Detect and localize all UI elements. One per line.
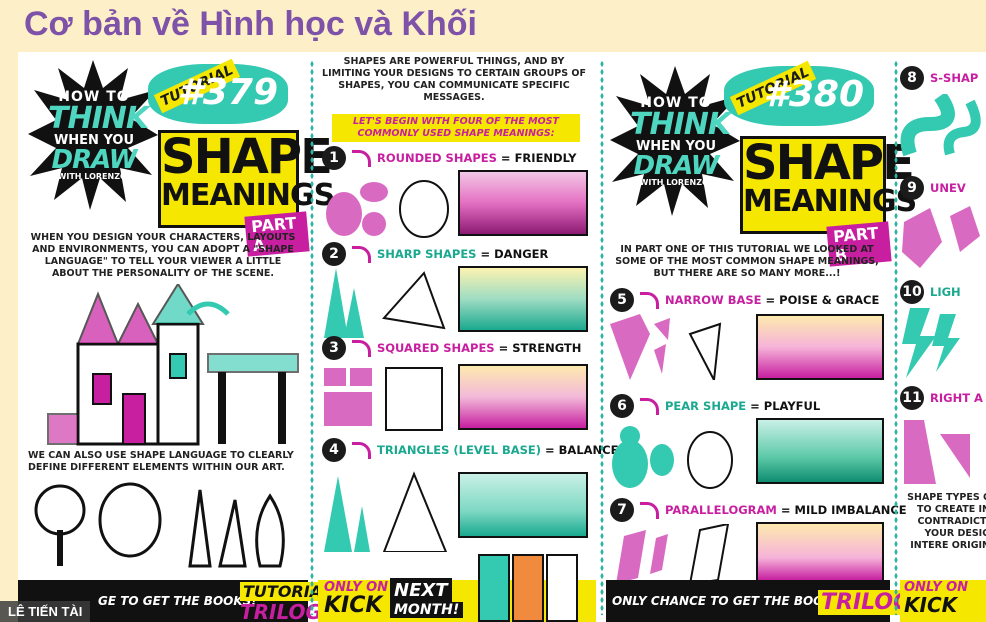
book-cover-1[interactable]	[478, 554, 510, 622]
step-8-heading: 8 S-SHAP	[900, 66, 978, 90]
rounded-shapes	[324, 174, 454, 249]
lightning-shapes	[900, 308, 986, 383]
narrow-base-shapes	[610, 314, 750, 385]
sharp-scene-thumb	[458, 266, 588, 332]
tutorial-poster: HOW TO THINK WHEN YOU DRAW WITH LORENZO!…	[18, 52, 986, 622]
right-bottom-bar: ONLY CHANCE TO GET THE BOOKS! TRILOGY	[606, 580, 930, 622]
step-7-heading: 7 PARALLELOGRAM = MILD IMBALANCE	[610, 498, 907, 522]
book-cover-2[interactable]	[512, 554, 544, 622]
step-11-heading: 11 RIGHT A	[900, 386, 983, 410]
right-angle-shapes	[900, 414, 986, 489]
intro-paragraph: WHEN YOU DESIGN YOUR CHARACTERS, LAYOUTS…	[30, 232, 296, 279]
squared-shapes	[324, 364, 454, 439]
sharp-shapes	[324, 268, 454, 343]
part-b-intro: IN PART ONE OF THIS TUTORIAL WE LOOKED A…	[615, 244, 879, 279]
shapes-intro: SHAPES ARE POWERFUL THINGS, AND BY LIMIT…	[322, 56, 586, 103]
step-3-heading: 3 SQUARED SHAPES = STRENGTH	[322, 336, 581, 360]
triangle-scene-thumb	[458, 472, 588, 538]
parallelogram-scene-thumb	[756, 522, 884, 582]
column-divider	[310, 60, 314, 615]
step-10-heading: 10 LIGH	[900, 280, 961, 304]
pear-scene-thumb	[756, 418, 884, 484]
middle-panel: SHAPES ARE POWERFUL THINGS, AND BY LIMIT…	[318, 52, 618, 622]
pear-shapes	[610, 420, 750, 495]
squared-scene-thumb	[458, 364, 588, 430]
rounded-scene-thumb	[458, 170, 588, 236]
step-4-heading: 4 TRIANGLES (LEVEL BASE) = BALANCE	[322, 438, 618, 462]
column-divider-3	[894, 60, 898, 615]
uneven-shapes	[900, 202, 986, 277]
left-panel: HOW TO THINK WHEN YOU DRAW WITH LORENZO!…	[18, 52, 347, 622]
begin-text: LET'S BEGIN WITH FOUR OF THE MOST COMMON…	[332, 114, 580, 142]
column-divider-2	[600, 60, 604, 615]
shape-meanings-title-2: SHAPE MEANINGS	[740, 136, 917, 234]
narrow-scene-thumb	[756, 314, 884, 380]
tutorial-number-badge-2: TUTORIAL #380	[724, 60, 874, 126]
how-to-title: HOW TO THINK WHEN YOU DRAW WITH LORENZO!	[48, 89, 149, 181]
elements-paragraph: WE CAN ALSO USE SHAPE LANGUAGE TO CLEARL…	[28, 450, 294, 473]
step-5-heading: 5 NARROW BASE = POISE & GRACE	[610, 288, 879, 312]
house-illustration	[38, 282, 308, 459]
author-tag: LÊ TIẾN TÀI	[0, 601, 91, 622]
page-title: Cơ bản về Hình học và Khối	[24, 5, 478, 43]
s-shapes	[900, 91, 986, 169]
plants-illustration	[30, 480, 305, 575]
far-right-panel: 8 S-SHAP 9 UNEV 10 LIGH 11 RIGHT A SHAPE…	[900, 52, 986, 622]
book-cover-3[interactable]	[546, 554, 578, 622]
how-to-title-2: HOW TO THINK WHEN YOU DRAW WITH LORENZO!	[630, 95, 731, 187]
right-panel: HOW TO THINK WHEN YOU DRAW WITH LORENZO!…	[606, 52, 930, 622]
step-1-heading: 1 ROUNDED SHAPES = FRIENDLY	[322, 146, 576, 170]
triangle-shapes	[324, 466, 454, 557]
tutorial-number-badge: TUTORIAL #379	[148, 58, 288, 124]
step-6-heading: 6 PEAR SHAPE = PLAYFUL	[610, 394, 820, 418]
far-right-bottom-bar: ONLY ON KICK	[900, 580, 986, 622]
step-9-heading: 9 UNEV	[900, 176, 966, 200]
step-2-heading: 2 SHARP SHAPES = DANGER	[322, 242, 548, 266]
shape-types-text: SHAPE TYPES C TO CREATE IN CONTRADICTI Y…	[907, 492, 986, 551]
